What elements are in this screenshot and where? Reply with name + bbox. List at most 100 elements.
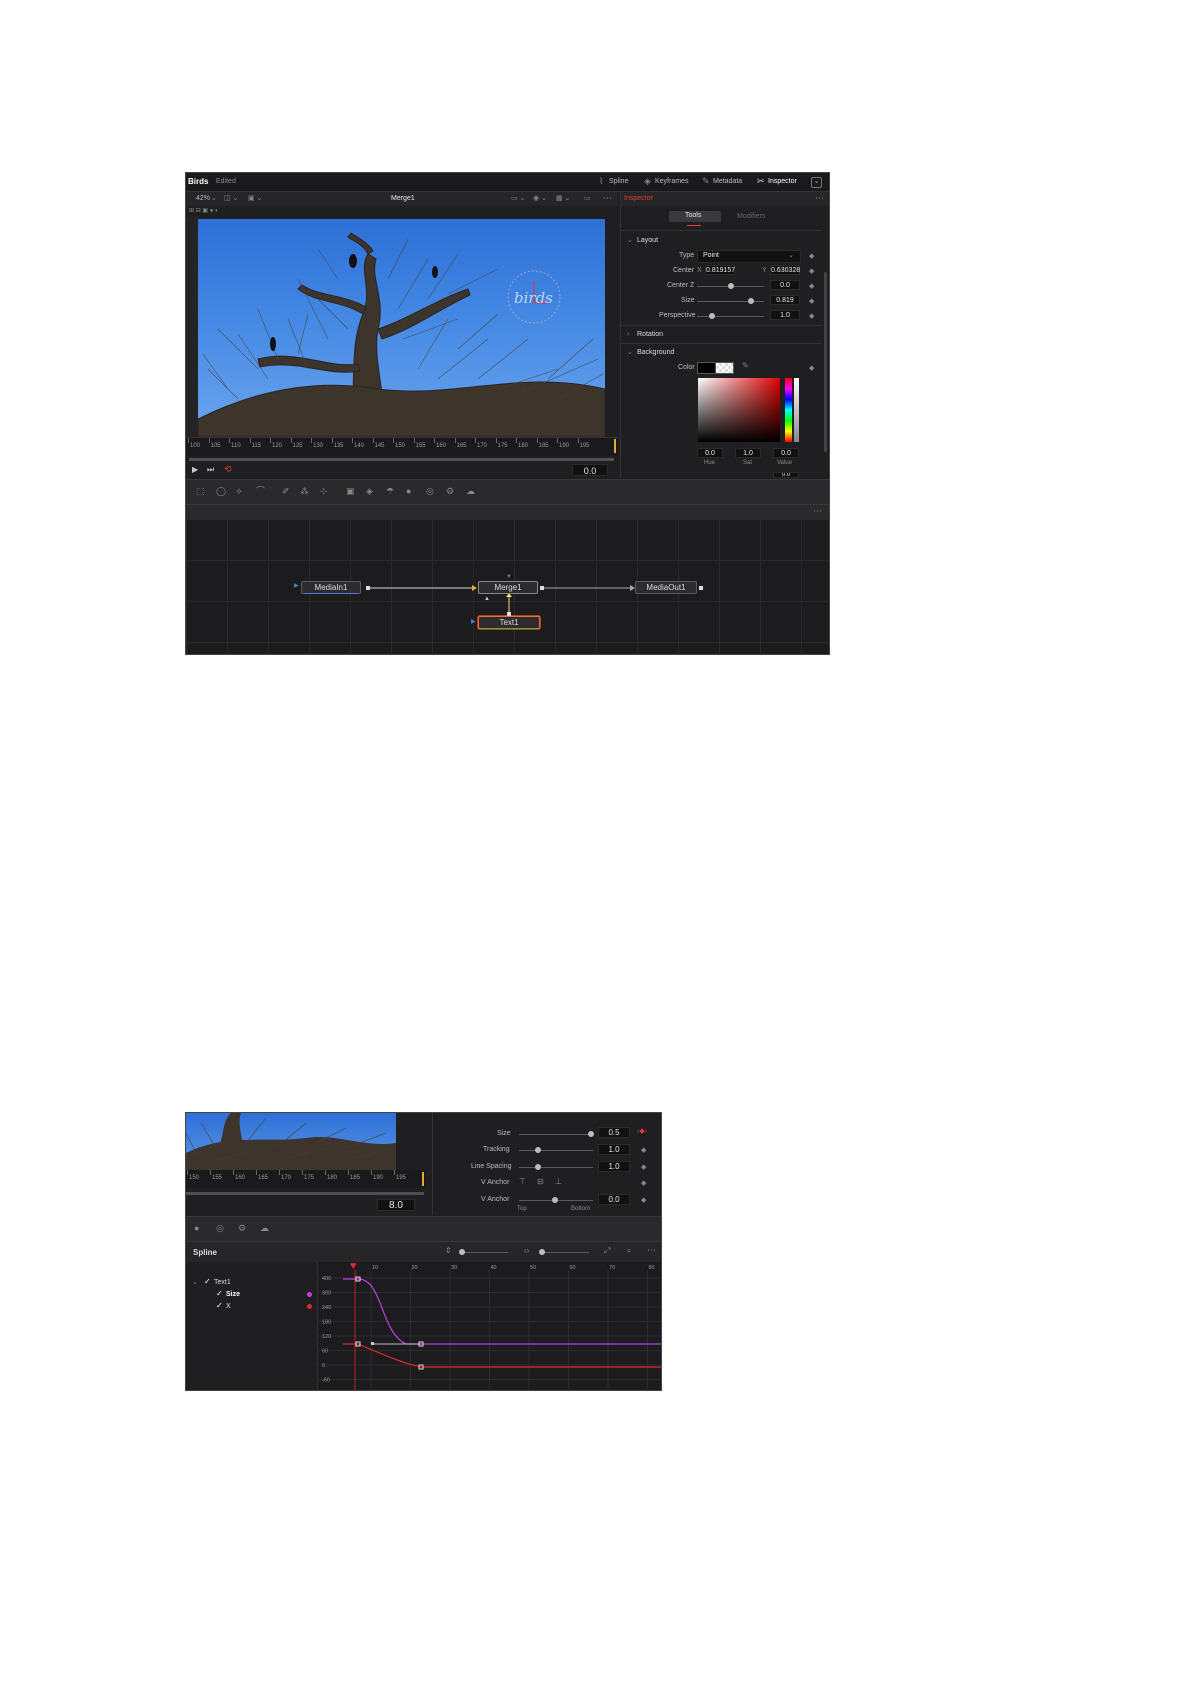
center-y-field[interactable]: 0.630328 [770,265,800,275]
tree-expand-icon[interactable]: ⌄ [192,1279,198,1286]
camera-icon[interactable]: ● [194,1224,199,1233]
node-mediain1[interactable]: MediaIn1 [301,581,361,594]
eyedropper-icon[interactable]: ✎ [742,362,749,370]
zoom-icon[interactable]: ⌕ [627,1247,631,1255]
tab-tools[interactable]: Tools [669,211,721,222]
text3d-icon[interactable]: ▣ [346,487,355,496]
rotation-chevron-icon[interactable]: › [627,331,629,338]
alpha-bar[interactable] [794,378,799,442]
render3d-icon[interactable]: ⚙ [238,1224,246,1233]
color-picker-field[interactable] [698,378,780,442]
tracker-icon[interactable]: ⊹ [320,487,328,496]
perspective-field[interactable]: 1.0 [770,310,800,320]
zoom-dropdown[interactable]: 42% [196,195,210,202]
node-mediaout1[interactable]: MediaOut1 [635,581,697,594]
layout-options-icon[interactable]: ▣ ⌄ [248,195,262,202]
line-spacing-slider[interactable] [519,1167,593,1168]
spline-more-icon[interactable]: ⋯ [647,1246,656,1255]
bottom-scrub-bar[interactable] [186,1192,424,1195]
background-section-title[interactable]: Background [637,349,674,356]
layout-section-title[interactable]: Layout [637,237,658,244]
zoom-horizontal-icon[interactable]: ‹› [524,1247,529,1255]
center-z-field[interactable]: 0.0 [770,280,800,290]
keyframe-line-spacing-icon[interactable]: ◆ [641,1163,646,1171]
ellipse-mask-icon[interactable]: ◯ [216,487,226,496]
loop-icon[interactable]: ⟲ [224,465,232,474]
horizontal-zoom-slider[interactable] [541,1252,589,1253]
node-editor[interactable]: MediaIn1 ▶ Merge1 ▼ ▲ MediaOut1 Text1 ▶ [186,519,829,654]
v-anchor-knob[interactable] [552,1197,558,1203]
perspective-knob[interactable] [709,313,715,319]
tab-modifiers[interactable]: Modifiers [737,213,765,220]
keyframe-nav-icon[interactable]: ‹◆› [637,1128,647,1135]
play-icon[interactable]: ▶ [192,466,198,474]
zoom-vertical-icon[interactable]: ⇕ [445,1247,452,1255]
anchor-top-icon[interactable]: ⊤ [519,1178,526,1186]
playhead-heart-icon[interactable]: ♥ [350,1261,357,1272]
node-editor-more-icon[interactable]: ⋯ [813,507,822,516]
vertical-zoom-slider[interactable] [460,1252,508,1253]
inspector-scrollbar[interactable] [824,272,827,452]
viewer-tools-icon[interactable]: ⊞ ⊟ ▣ ● ◐ [189,208,219,214]
spline-graph[interactable]: 10 20 30 40 50 60 70 80 400 300 240 180 120 60 0 -60 ♥ [318,1261,661,1390]
shape3d-icon[interactable]: ◈ [366,487,373,496]
horizontal-zoom-knob[interactable] [539,1249,545,1255]
viewer-ruler[interactable]: 100 105 110 115 120 125 130 135 140 145 150 155 160 1… [186,437,618,456]
center-z-knob[interactable] [728,283,734,289]
merge3d-icon[interactable]: ◎ [426,487,434,496]
mediaout1-output-port[interactable] [699,586,703,590]
type-dropdown[interactable]: Point ⌄ [697,250,801,263]
line-spacing-knob[interactable] [535,1164,541,1170]
bottom-timecode[interactable]: 8.0 [377,1199,415,1211]
more-icon[interactable]: ⋯ [603,194,612,203]
bottom-viewer-ruler[interactable]: 150 155 160 165 170 175 180 185 190 195 [186,1170,426,1188]
polygon-mask-icon[interactable]: ⟡ [236,487,242,496]
tracking-slider[interactable] [519,1150,593,1151]
text1-checkbox[interactable]: ✓ [204,1278,211,1286]
keyframe-type-icon[interactable]: ◆ [809,252,814,260]
tree-x-label[interactable]: X [226,1303,231,1310]
tab-inspector[interactable]: Inspector [768,178,797,185]
inspector-more-icon[interactable]: ⋯ [815,194,824,203]
keyframe-perspective-icon[interactable]: ◆ [809,312,814,320]
size-row-slider[interactable] [519,1134,593,1135]
v-anchor-field[interactable]: 0.0 [598,1194,630,1205]
tree-text1-label[interactable]: Text1 [214,1279,231,1286]
keyframe-v-anchor-icon[interactable]: ◆ [641,1179,646,1187]
lut-icon[interactable]: ▦ ⌄ [556,195,570,202]
sat-field[interactable]: 1.0 [735,448,761,458]
tracking-knob[interactable] [535,1147,541,1153]
color-swatch-alpha[interactable] [715,362,734,374]
hue-bar[interactable] [785,378,792,442]
vertical-zoom-knob[interactable] [459,1249,465,1255]
keyframe-center-icon[interactable]: ◆ [809,267,814,275]
background-chevron-icon[interactable]: ⌄ [627,349,633,356]
collapse-icon[interactable]: ⌄ [811,177,822,188]
x-checkbox[interactable]: ✓ [216,1302,223,1310]
node-text1[interactable]: Text1 [478,616,540,629]
size-field[interactable]: 0.819 [770,295,800,305]
camera-icon[interactable]: ● [406,487,411,496]
size-row-knob[interactable] [588,1131,594,1137]
playhead-marker[interactable] [614,439,616,453]
line-spacing-field[interactable]: 1.0 [598,1161,630,1172]
tab-spline[interactable]: Spline [609,178,628,185]
keyframe-v-anchor-offset-icon[interactable]: ◆ [641,1196,646,1204]
fullscreen-icon[interactable]: ▭ [584,195,591,202]
hue-field[interactable]: 0.0 [697,448,723,458]
particle-icon[interactable]: ⁂ [300,487,309,496]
rectangle-mask-icon[interactable]: ⬚ [196,487,205,496]
center-x-field[interactable]: 0.819157 [705,265,735,275]
anchor-middle-icon[interactable]: ⊟ [537,1178,544,1186]
text1-output-port[interactable] [507,612,511,616]
size-knob[interactable] [748,298,754,304]
merge1-output-port[interactable] [540,586,544,590]
rotation-section-title[interactable]: Rotation [637,331,663,338]
skip-end-icon[interactable]: ⏭ [207,466,214,474]
color-swatch-black[interactable] [697,362,716,374]
node-merge1[interactable]: Merge1 [478,581,538,594]
tab-keyframes[interactable]: Keyframes [655,178,688,185]
fx-icon[interactable]: ☁ [260,1224,269,1233]
partial-field[interactable]: 0.0 [773,472,799,478]
light-icon[interactable]: ☂ [386,487,394,496]
